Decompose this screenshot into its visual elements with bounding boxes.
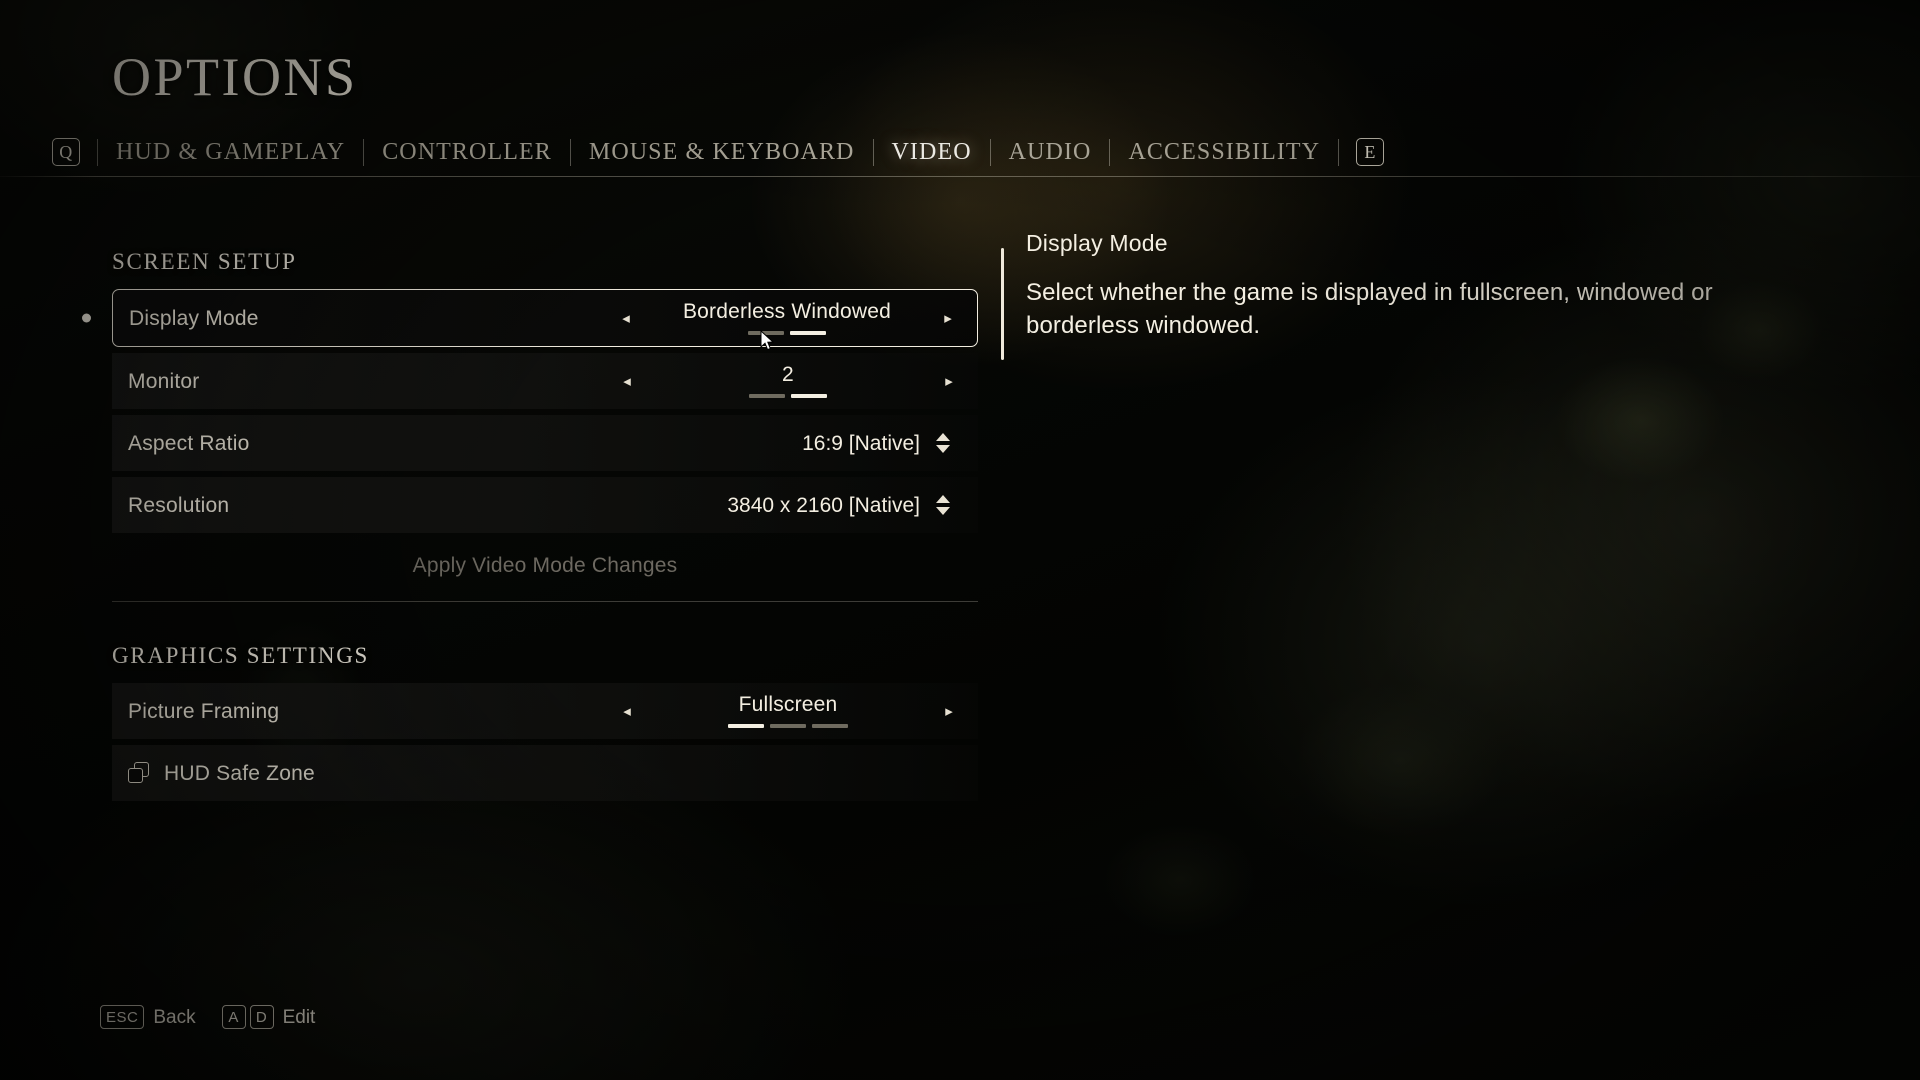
- setting-row-hud-safe-zone[interactable]: HUD Safe Zone: [112, 745, 978, 801]
- tab-separator: [569, 138, 571, 166]
- setting-label-resolution: Resolution: [128, 493, 230, 517]
- monitor-next-arrow-icon[interactable]: ▸: [938, 374, 960, 389]
- tab-separator: [97, 138, 98, 166]
- description-body: Select whether the game is displayed in …: [1026, 279, 1713, 339]
- section-header-screen-setup: SCREEN SETUP: [112, 249, 297, 274]
- setting-row-resolution[interactable]: Resolution 3840 x 2160 [Native]: [112, 477, 978, 533]
- key-badge-a: A: [221, 1005, 246, 1029]
- picture-framing-value-group: Fullscreen: [638, 694, 938, 728]
- display-mode-prev-arrow-icon[interactable]: ◂: [615, 311, 637, 326]
- chevron-up-icon: [936, 495, 950, 503]
- display-mode-next-arrow-icon[interactable]: ▸: [937, 311, 959, 326]
- header-divider: [0, 176, 1920, 177]
- tab-accessibility[interactable]: ACCESSIBILITY: [1127, 138, 1321, 166]
- display-mode-segments: [748, 331, 826, 335]
- section-divider: [112, 601, 978, 602]
- segment: [728, 724, 764, 728]
- description-panel: Display Mode Select whether the game is …: [1026, 232, 1766, 342]
- setting-value-monitor: 2: [782, 363, 794, 386]
- setting-value-display-mode: Borderless Windowed: [682, 300, 892, 323]
- selection-bullet-icon: [82, 313, 91, 323]
- description-title: Display Mode: [1026, 230, 1168, 256]
- settings-scrollbar[interactable]: [1001, 248, 1004, 360]
- hud-safe-zone-icon: [128, 762, 150, 784]
- setting-label-picture-framing: Picture Framing: [128, 699, 280, 723]
- page-title: OPTIONS: [112, 47, 358, 107]
- segment: [790, 331, 826, 335]
- setting-label-monitor: Monitor: [128, 369, 200, 393]
- setting-label-aspect-ratio: Aspect Ratio: [128, 431, 250, 455]
- tab-separator: [872, 138, 874, 166]
- monitor-segments: [749, 394, 827, 398]
- monitor-value-group: 2: [638, 364, 938, 398]
- key-badge-esc: ESC: [100, 1005, 145, 1029]
- monitor-prev-arrow-icon[interactable]: ◂: [616, 374, 638, 389]
- footer-hints: ESC Back A D Edit: [100, 1005, 341, 1029]
- setting-value-aspect-ratio: 16:9 [Native]: [802, 431, 920, 455]
- setting-label-display-mode: Display Mode: [129, 306, 259, 330]
- apply-video-mode-changes-label: Apply Video Mode Changes: [412, 553, 678, 577]
- chevron-up-icon: [936, 433, 950, 441]
- hint-edit[interactable]: A D Edit: [221, 1005, 316, 1029]
- hint-label-edit: Edit: [282, 1006, 316, 1028]
- segment: [770, 724, 806, 728]
- chevron-down-icon: [936, 445, 950, 453]
- hint-label-back: Back: [153, 1006, 196, 1028]
- key-badge-d: D: [249, 1005, 274, 1029]
- picture-framing-segments: [728, 724, 848, 728]
- tab-hud-gameplay[interactable]: HUD & GAMEPLAY: [115, 138, 346, 166]
- setting-value-resolution: 3840 x 2160 [Native]: [727, 493, 920, 517]
- tab-audio[interactable]: AUDIO: [1008, 138, 1093, 166]
- aspect-ratio-stepper-icon[interactable]: [926, 433, 960, 453]
- tab-bar: Q HUD & GAMEPLAY CONTROLLER MOUSE & KEYB…: [52, 134, 1385, 170]
- settings-list: SCREEN SETUP Display Mode ◂ Borderless W…: [82, 249, 978, 807]
- next-tab-key-badge[interactable]: E: [1356, 138, 1385, 166]
- picture-framing-next-arrow-icon[interactable]: ▸: [938, 704, 960, 719]
- tab-separator: [989, 138, 991, 166]
- display-mode-value-group: Borderless Windowed: [637, 301, 937, 335]
- tab-separator: [363, 138, 365, 166]
- tab-mouse-keyboard[interactable]: MOUSE & KEYBOARD: [588, 138, 856, 166]
- tab-controller[interactable]: CONTROLLER: [381, 138, 553, 166]
- setting-row-aspect-ratio[interactable]: Aspect Ratio 16:9 [Native]: [112, 415, 978, 471]
- setting-value-picture-framing: Fullscreen: [738, 693, 838, 716]
- tab-separator: [1109, 138, 1111, 166]
- hint-back[interactable]: ESC Back: [100, 1005, 196, 1029]
- segment: [812, 724, 848, 728]
- segment: [748, 331, 784, 335]
- apply-video-mode-changes-button[interactable]: Apply Video Mode Changes: [112, 539, 978, 591]
- prev-tab-key-badge[interactable]: Q: [52, 138, 80, 166]
- tab-separator: [1338, 138, 1340, 166]
- chevron-down-icon: [936, 507, 950, 515]
- section-header-graphics-settings: GRAPHICS SETTINGS: [112, 643, 370, 668]
- setting-label-hud-safe-zone: HUD Safe Zone: [164, 761, 315, 785]
- setting-row-display-mode[interactable]: Display Mode ◂ Borderless Windowed ▸: [82, 289, 978, 347]
- setting-row-picture-framing[interactable]: Picture Framing ◂ Fullscreen ▸: [112, 683, 978, 739]
- segment: [791, 394, 827, 398]
- tab-video[interactable]: VIDEO: [891, 138, 973, 166]
- setting-row-monitor[interactable]: Monitor ◂ 2 ▸: [112, 353, 978, 409]
- picture-framing-prev-arrow-icon[interactable]: ◂: [616, 704, 638, 719]
- segment: [749, 394, 785, 398]
- resolution-stepper-icon[interactable]: [926, 495, 960, 515]
